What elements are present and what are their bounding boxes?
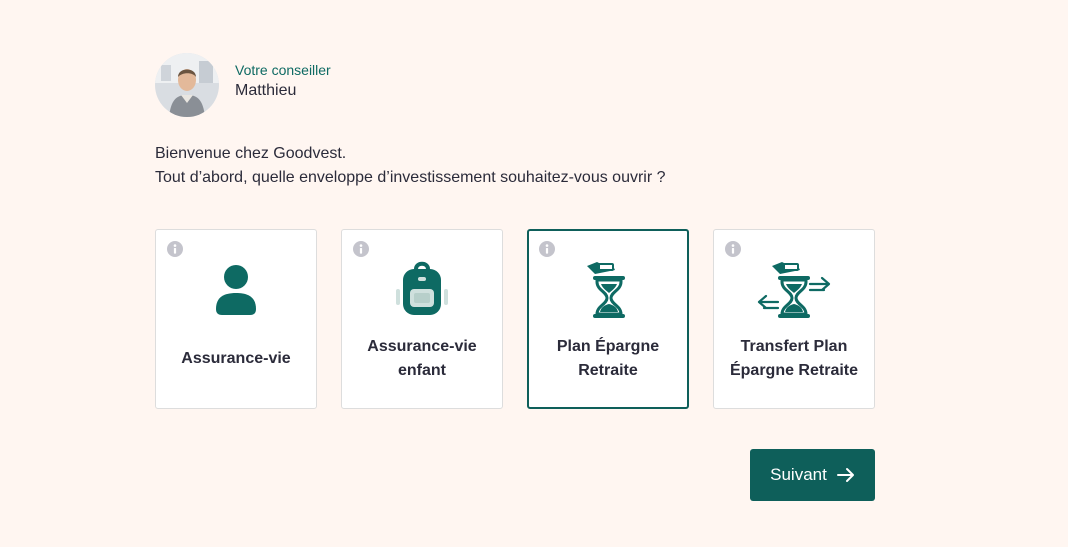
- option-label: Assurance-vie: [181, 350, 291, 367]
- next-button[interactable]: Suivant: [750, 449, 875, 501]
- option-card-transfert-plan-epargne-retraite[interactable]: Transfert Plan Épargne Retraite: [713, 229, 875, 409]
- advisor-avatar: [155, 53, 219, 117]
- option-label: Transfert Plan Épargne Retraite: [729, 338, 859, 379]
- option-card-assurance-vie[interactable]: Assurance-vie: [155, 229, 317, 409]
- question-line: Tout d’abord, quelle enveloppe d’investi…: [155, 169, 666, 186]
- option-card-assurance-vie-enfant[interactable]: Assurance-vie enfant: [341, 229, 503, 409]
- envelope-options: Assurance-vie Assurance-vie enfant Plan …: [155, 229, 875, 409]
- arrow-right-icon: [836, 468, 854, 482]
- next-button-label: Suivant: [770, 465, 827, 484]
- backpack-icon: [396, 261, 448, 315]
- advisor-name: Matthieu: [235, 82, 297, 99]
- intro-text: Bienvenue chez Goodvest. Tout d’abord, q…: [155, 142, 666, 190]
- hourglass-icon: [587, 262, 625, 318]
- advisor-block: Votre conseiller Matthieu: [155, 53, 331, 117]
- person-icon: [216, 265, 256, 315]
- option-label: Assurance-vie enfant: [367, 338, 477, 379]
- option-label: Plan Épargne Retraite: [556, 338, 660, 379]
- welcome-line: Bienvenue chez Goodvest.: [155, 145, 347, 162]
- advisor-role-label: Votre conseiller: [235, 62, 331, 78]
- hourglass-transfer-icon: [757, 262, 831, 318]
- option-card-plan-epargne-retraite[interactable]: Plan Épargne Retraite: [527, 229, 689, 409]
